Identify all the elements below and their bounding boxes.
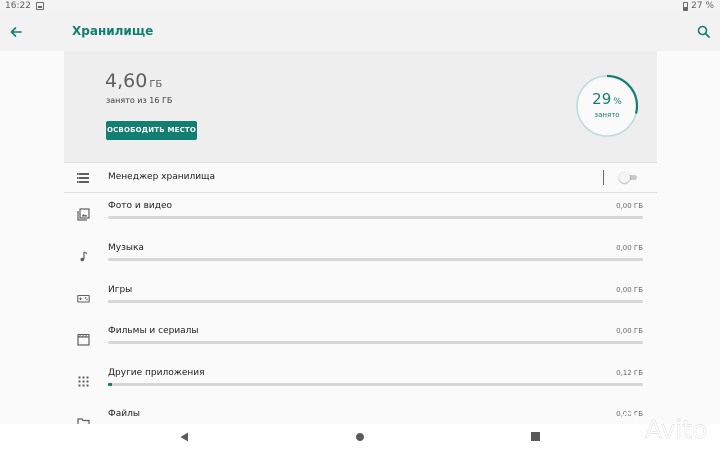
status-time: 16:22 — [5, 1, 31, 11]
used-unit: ГБ — [149, 79, 163, 90]
category-label: Файлы — [108, 409, 140, 419]
nav-recents-icon[interactable] — [531, 432, 540, 441]
svg-text:Avito: Avito — [645, 415, 707, 443]
toggle-thumb — [619, 172, 630, 183]
used-of-total: занято из 16 ГБ — [106, 96, 173, 105]
search-button[interactable] — [694, 22, 714, 42]
category-label: Игры — [108, 285, 133, 295]
category-row-other-apps[interactable]: Другие приложения 0,12 ГБ — [0, 368, 720, 398]
category-label: Музыка — [108, 243, 144, 253]
notification-image-icon — [36, 2, 44, 10]
storage-summary-card: 4,60 ГБ занято из 16 ГБ ОСВОБОДИТЬ МЕСТО … — [64, 51, 657, 162]
divider — [64, 162, 657, 163]
category-size: 0,00 ГБ — [616, 327, 643, 335]
category-row-games[interactable]: Игры 0,00 ГБ — [0, 285, 720, 315]
toggle-separator — [603, 170, 604, 185]
category-usage-bar — [108, 258, 643, 261]
status-bar: 16:22 27 % — [0, 0, 720, 13]
category-size: 0,00 ГБ — [616, 202, 643, 210]
battery-percent: 27 % — [691, 1, 714, 11]
arrow-back-icon — [10, 27, 22, 37]
usage-percent: 29% — [575, 89, 639, 108]
category-usage-bar — [108, 341, 643, 344]
category-size: 0,00 ГБ — [616, 244, 643, 252]
category-usage-bar — [108, 383, 643, 386]
app-bar: Хранилище — [0, 13, 720, 51]
music-note-icon — [80, 251, 88, 262]
usage-ring: 29% занято — [575, 74, 639, 138]
category-row-movies[interactable]: Фильмы и сериалы 0,00 ГБ — [0, 326, 720, 356]
usage-percent-value: 29 — [592, 90, 612, 108]
category-row-photos[interactable]: Фото и видео 0,00 ГБ — [0, 201, 720, 231]
movie-icon — [77, 333, 90, 346]
used-size: 4,60 ГБ — [105, 70, 162, 92]
used-value: 4,60 — [105, 70, 148, 92]
category-size: 0,00 ГБ — [616, 286, 643, 294]
nav-home-icon[interactable] — [356, 433, 364, 441]
category-usage-fill — [108, 383, 112, 386]
storage-list-icon — [77, 173, 89, 183]
storage-manager-toggle[interactable] — [619, 172, 638, 183]
apps-grid-icon — [78, 376, 89, 387]
gamepad-icon — [77, 294, 90, 303]
storage-manager-label: Менеджер хранилища — [108, 172, 216, 182]
category-label: Другие приложения — [108, 368, 205, 378]
photo-video-icon — [77, 208, 90, 221]
category-usage-bar — [108, 216, 643, 219]
back-button[interactable] — [6, 22, 26, 42]
avito-watermark-logo: Avito — [614, 412, 708, 443]
category-label: Фото и видео — [108, 201, 172, 211]
category-usage-bar — [108, 300, 643, 303]
search-icon — [697, 25, 710, 38]
usage-percent-unit: % — [613, 97, 622, 107]
status-right: 27 % — [683, 1, 714, 11]
free-up-space-button[interactable]: ОСВОБОДИТЬ МЕСТО — [106, 121, 197, 140]
category-label: Фильмы и сериалы — [108, 326, 199, 336]
category-size: 0,12 ГБ — [616, 369, 643, 377]
battery-icon — [683, 1, 689, 11]
nav-back-icon[interactable] — [180, 432, 189, 442]
divider — [64, 192, 657, 193]
category-row-music[interactable]: Музыка 0,00 ГБ — [0, 243, 720, 273]
page-title: Хранилище — [72, 24, 154, 38]
usage-caption: занято — [594, 111, 620, 119]
